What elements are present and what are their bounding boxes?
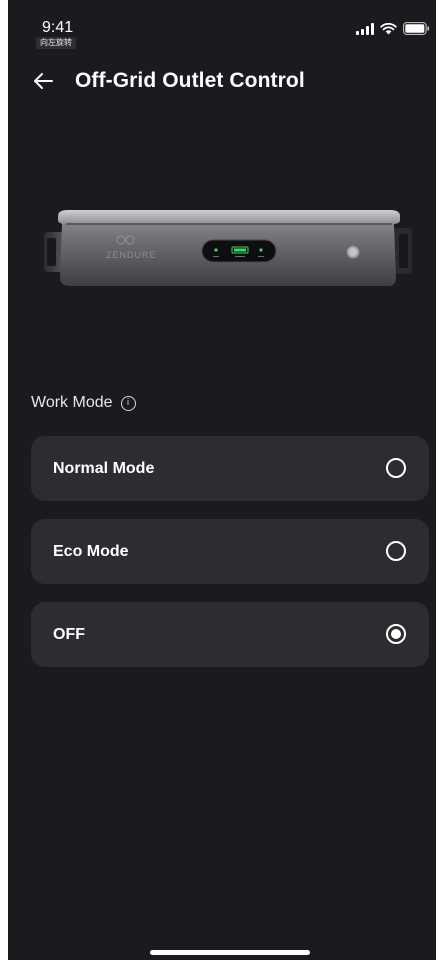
mode-label: Normal Mode <box>53 460 155 477</box>
radio-unselected[interactable] <box>386 541 406 561</box>
signal-icon <box>356 22 374 35</box>
status-time: 9:41 <box>42 19 74 36</box>
wifi-icon <box>380 22 397 35</box>
mode-option-normal[interactable]: Normal Mode <box>31 436 429 501</box>
mode-label: OFF <box>53 626 85 643</box>
home-indicator[interactable] <box>150 950 310 955</box>
back-arrow-icon[interactable] <box>32 70 54 92</box>
mode-option-off[interactable]: OFF <box>31 602 429 667</box>
radio-selected[interactable] <box>386 624 406 644</box>
device-illustration: ZENDURE <box>44 206 412 290</box>
header: Off-Grid Outlet Control <box>8 62 436 102</box>
rotate-badge[interactable]: 向左旋转 <box>36 37 76 49</box>
radio-unselected[interactable] <box>386 458 406 478</box>
mode-option-eco[interactable]: Eco Mode <box>31 519 429 584</box>
status-bar: 9:41 向左旋转 <box>8 0 436 54</box>
info-icon[interactable]: i <box>120 395 136 411</box>
status-icons <box>356 22 430 35</box>
page-title: Off-Grid Outlet Control <box>75 69 305 92</box>
app-screen: 9:41 向左旋转 Off-Grid Outlet Control ZENDUR… <box>8 0 436 960</box>
work-mode-label: Work Mode <box>31 394 113 411</box>
work-mode-heading: Work Mode i <box>31 394 136 412</box>
mode-label: Eco Mode <box>53 543 129 560</box>
battery-icon <box>403 22 430 35</box>
brand-text: ZENDURE <box>106 250 157 260</box>
mode-list: Normal Mode Eco Mode OFF <box>31 436 429 685</box>
